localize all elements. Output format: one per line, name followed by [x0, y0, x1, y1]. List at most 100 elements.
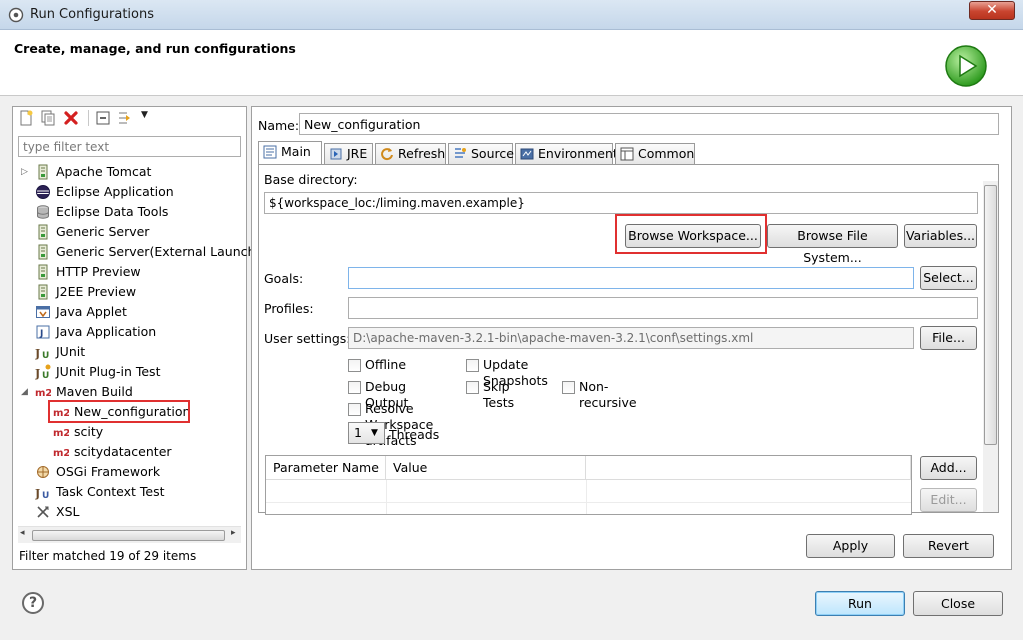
scroll-left-icon[interactable]: ◂ [20, 528, 25, 538]
tab-main[interactable]: Main [258, 141, 322, 165]
tree-item[interactable]: J U Task Context Test [13, 482, 241, 502]
tab-jre[interactable]: JRE [324, 143, 373, 164]
m2-icon: m2 [53, 428, 69, 439]
config-name-input[interactable] [299, 113, 999, 135]
user-settings-file-button[interactable]: File... [920, 326, 977, 350]
scroll-right-icon[interactable]: ▸ [231, 528, 236, 538]
tab-vertical-scrollbar[interactable] [983, 181, 998, 512]
goals-input[interactable] [348, 267, 914, 289]
svg-text:U: U [42, 371, 49, 380]
filter-input[interactable] [18, 136, 241, 157]
tree-item[interactable]: Generic Server [13, 222, 241, 242]
non-recursive-label: Non-recursive [579, 379, 637, 410]
tree-item-label: scitydatacenter [74, 444, 172, 459]
tree-item[interactable]: HTTP Preview [13, 262, 241, 282]
tree-item[interactable]: J Java Application [13, 322, 241, 342]
threads-select[interactable]: 1 ▼ [348, 422, 385, 444]
tree-item-label: Java Applet [56, 304, 127, 319]
checkbox-box[interactable] [466, 359, 479, 372]
profiles-input[interactable] [348, 297, 978, 319]
dialog-header-title: Create, manage, and run configurations [14, 41, 296, 56]
expand-arrow-icon[interactable]: ▷ [21, 162, 28, 182]
tree-horizontal-scrollbar[interactable]: ◂ ▸ [18, 526, 241, 543]
tab-environment[interactable]: Environment [515, 143, 618, 164]
configuration-editor-panel: Name: Main JRE Refresh Source Environmen… [251, 106, 1012, 570]
param-name-header[interactable]: Parameter Name [266, 456, 386, 480]
scrollbar-thumb[interactable] [32, 530, 225, 541]
tree-item[interactable]: ▷ Apache Tomcat [13, 162, 241, 182]
run-configurations-icon [8, 7, 24, 23]
environment-tab-icon [520, 148, 534, 160]
tree-item[interactable]: Eclipse Data Tools [13, 202, 241, 222]
applet-icon [36, 306, 50, 318]
user-settings-input[interactable] [348, 327, 914, 349]
parameters-table: Parameter Name Value [265, 455, 912, 515]
tree-item-label: Maven Build [56, 384, 133, 399]
selected-config-highlight [48, 400, 190, 423]
add-parameter-button[interactable]: Add... [920, 456, 977, 480]
threads-value: 1 [354, 425, 362, 440]
server-icon [38, 244, 48, 260]
filter-status-text: Filter matched 19 of 29 items [19, 549, 197, 563]
tab-refresh[interactable]: Refresh [375, 143, 446, 164]
main-tab-content: Base directory: Browse Workspace... Brow… [258, 164, 999, 515]
main-tab-icon [263, 145, 277, 159]
tree-item[interactable]: m2 scitydatacenter [13, 442, 241, 462]
checkbox-box[interactable] [348, 403, 361, 416]
select-goals-button[interactable]: Select... [920, 266, 977, 290]
browse-workspace-highlight [615, 214, 767, 254]
tree-item[interactable]: OSGi Framework [13, 462, 241, 482]
tree-item-label: JUnit [56, 344, 86, 359]
table-gridline [386, 480, 387, 514]
collapse-all-icon[interactable] [95, 110, 111, 126]
base-directory-label: Base directory: [264, 172, 358, 187]
checkbox-box[interactable] [348, 359, 361, 372]
checkbox-box[interactable] [348, 381, 361, 394]
view-menu-chevron-down-icon[interactable]: ▼ [141, 110, 148, 120]
tree-item[interactable]: ◢ m2 Maven Build [13, 382, 241, 402]
tree-item[interactable]: J2EE Preview [13, 282, 241, 302]
tree-item[interactable]: J U JUnit Plug-in Test [13, 362, 241, 382]
svg-text:J: J [35, 347, 40, 360]
osgi-icon [37, 466, 49, 478]
tree-item[interactable]: Eclipse Application [13, 182, 241, 202]
collapse-arrow-icon[interactable]: ◢ [21, 382, 28, 402]
variables-button[interactable]: Variables... [904, 224, 977, 248]
window-title: Run Configurations [30, 7, 154, 22]
tree-item[interactable]: Generic Server(External Launch) [13, 242, 260, 262]
tree-item-label: Apache Tomcat [56, 164, 152, 179]
new-launch-config-icon[interactable] [18, 110, 34, 126]
filter-configs-icon[interactable] [117, 110, 133, 126]
tree-item-label: J2EE Preview [56, 284, 137, 299]
tree-item[interactable]: Java Applet [13, 302, 241, 322]
close-button[interactable]: Close [913, 591, 1003, 616]
tree-item[interactable]: XSL [13, 502, 241, 522]
tab-source[interactable]: Source [448, 143, 514, 164]
revert-button[interactable]: Revert [903, 534, 994, 558]
window-close-button[interactable]: ✕ [969, 1, 1015, 20]
apply-button[interactable]: Apply [806, 534, 895, 558]
edit-parameter-button[interactable]: Edit... [920, 488, 977, 512]
help-icon[interactable]: ? [22, 592, 44, 614]
duplicate-config-icon[interactable] [40, 110, 56, 126]
window-titlebar: Run Configurations ✕ [0, 0, 1023, 30]
tab-common[interactable]: Common [615, 143, 695, 164]
browse-file-system-button[interactable]: Browse File System... [767, 224, 898, 265]
skip-tests-label: Skip Tests [483, 379, 515, 410]
param-value-header[interactable]: Value [386, 456, 586, 480]
delete-config-icon[interactable] [63, 110, 79, 126]
base-directory-input[interactable] [264, 192, 978, 214]
junit-plugin-icon: JU [35, 364, 51, 380]
checkbox-box[interactable] [466, 381, 479, 394]
svg-text:U: U [42, 351, 49, 360]
run-button[interactable]: Run [815, 591, 905, 616]
eclipse-icon [36, 185, 50, 199]
server-icon [38, 284, 48, 300]
junit-icon: JU [35, 347, 49, 360]
scrollbar-thumb[interactable] [984, 185, 997, 445]
checkbox-box[interactable] [562, 381, 575, 394]
tree-item-label: Generic Server [56, 224, 150, 239]
tree-item[interactable]: J U JUnit [13, 342, 241, 362]
tree-item-label: HTTP Preview [56, 264, 141, 279]
tree-item[interactable]: m2 scity [13, 422, 241, 442]
